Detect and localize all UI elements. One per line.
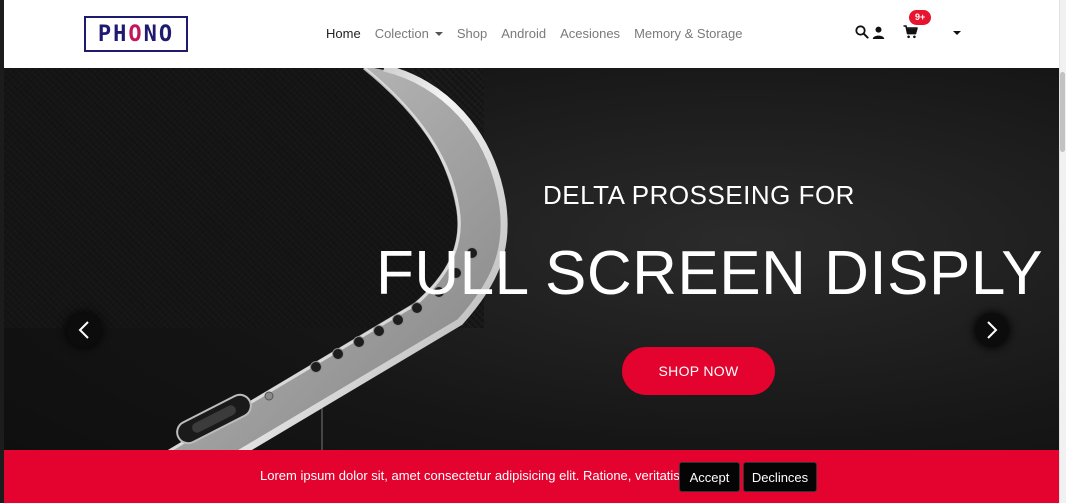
scrollbar-thumb[interactable]: [1060, 72, 1065, 152]
logo-text-right: NO: [143, 21, 175, 47]
hero-carousel: DELTA PROSSEING FOR FULL SCREEN DISPLY S…: [4, 68, 1059, 503]
cart-count-badge: 9+: [909, 10, 932, 25]
nav-link-acesiones[interactable]: Acesiones: [560, 26, 620, 41]
shop-now-button[interactable]: SHOP NOW: [622, 347, 775, 395]
chevron-left-icon: [78, 321, 89, 339]
navbar: PH O NO Home Colection Shop Android Acesio…: [4, 0, 1059, 68]
cookie-message: Lorem ipsum dolor sit, amet consectetur …: [260, 468, 684, 483]
cart-icon[interactable]: [902, 24, 918, 40]
nav-icons: [854, 24, 918, 40]
chevron-down-icon[interactable]: [953, 31, 961, 35]
carousel-prev-button[interactable]: [67, 313, 101, 347]
nav-link-android[interactable]: Android: [501, 26, 546, 41]
nav-link-home[interactable]: Home: [326, 26, 361, 41]
caret-down-icon: [434, 32, 443, 36]
main-nav: Home Colection Shop Android Acesiones Me…: [326, 26, 742, 41]
cookie-consent-bar: Lorem ipsum dolor sit, amet consectetur …: [4, 450, 1059, 503]
nav-link-memory-storage[interactable]: Memory & Storage: [634, 26, 742, 41]
search-icon[interactable]: [854, 24, 870, 40]
hero-subtitle: DELTA PROSSEING FOR: [543, 180, 855, 210]
page-scrollbar[interactable]: [1059, 0, 1066, 503]
user-icon[interactable]: [870, 24, 886, 40]
nav-link-colection[interactable]: Colection: [375, 26, 443, 41]
nav-link-shop[interactable]: Shop: [457, 26, 487, 41]
logo-text-left: PH: [97, 21, 129, 47]
brand-logo[interactable]: PH O NO: [84, 16, 188, 52]
logo-text-accent: O: [128, 21, 144, 47]
cookie-decline-button[interactable]: Declinces: [743, 462, 817, 492]
hero-title: FULL SCREEN DISPLY: [376, 239, 1044, 308]
nav-link-colection-label: Colection: [374, 26, 429, 41]
cookie-accept-button[interactable]: Accept: [679, 462, 740, 492]
chevron-right-icon: [987, 321, 998, 339]
carousel-next-button[interactable]: [975, 313, 1009, 347]
